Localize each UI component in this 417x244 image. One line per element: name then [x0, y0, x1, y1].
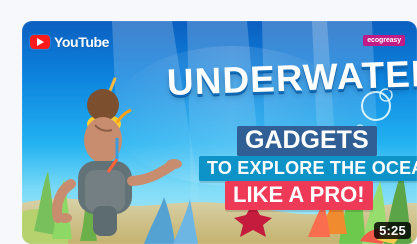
youtube-wordmark: YouTube: [54, 34, 110, 50]
youtube-brand: YouTube: [30, 35, 109, 49]
video-thumbnail[interactable]: YouTube ecogreasy UNDERWATER GADGETS TO …: [22, 21, 417, 244]
youtube-icon: [30, 35, 50, 49]
video-thumbnail-frame: YouTube ecogreasy UNDERWATER GADGETS TO …: [0, 0, 417, 244]
thumbnail-title-line-4: LIKE A PRO!: [225, 181, 373, 210]
thumbnail-title-line-3: TO EXPLORE THE OCEAN: [199, 156, 417, 181]
channel-logo: ecogreasy: [363, 35, 405, 46]
thumbnail-title-line-2: GADGETS: [237, 126, 377, 156]
video-duration: 5:25: [374, 222, 411, 239]
thumbnail-title-line-1: UNDERWATER: [166, 52, 417, 103]
